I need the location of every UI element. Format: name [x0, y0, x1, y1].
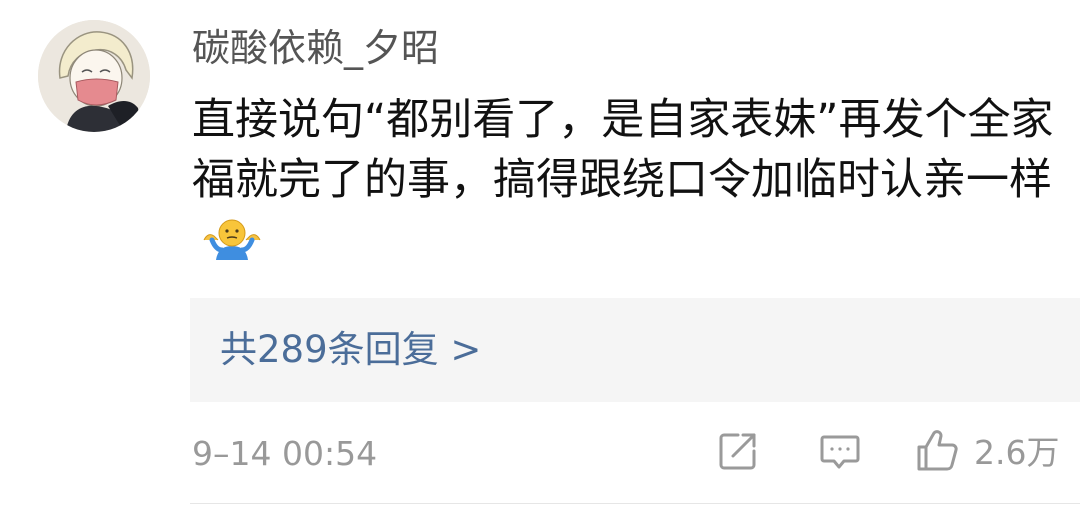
view-replies-link[interactable]: 共289条回复 > — [220, 328, 481, 372]
comment-icon — [818, 429, 862, 477]
comment-body: 直接说句“都别看了，是自家表妹”再发个全家福就完了的事，搞得跟绕口令加临时认亲一… — [192, 95, 1054, 205]
timestamp: 9–14 00:54 — [192, 434, 378, 473]
comment-text: 直接说句“都别看了，是自家表妹”再发个全家福就完了的事，搞得跟绕口令加临时认亲一… — [192, 90, 1072, 276]
replies-box[interactable]: 共289条回复 > — [190, 298, 1080, 402]
share-icon — [716, 429, 760, 477]
avatar[interactable] — [38, 20, 150, 132]
person-shrugging-emoji — [202, 216, 262, 276]
like-button[interactable]: 2.6万 — [914, 430, 1059, 476]
divider — [190, 503, 1080, 504]
comment-item: 碳酸依赖_夕昭 直接说句“都别看了，是自家表妹”再发个全家福就完了的事，搞得跟绕… — [0, 0, 1080, 505]
share-button[interactable] — [716, 430, 760, 476]
thumbs-up-icon — [914, 428, 960, 478]
like-count: 2.6万 — [974, 433, 1060, 472]
reply-button[interactable] — [818, 430, 862, 476]
username[interactable]: 碳酸依赖_夕昭 — [192, 26, 439, 70]
